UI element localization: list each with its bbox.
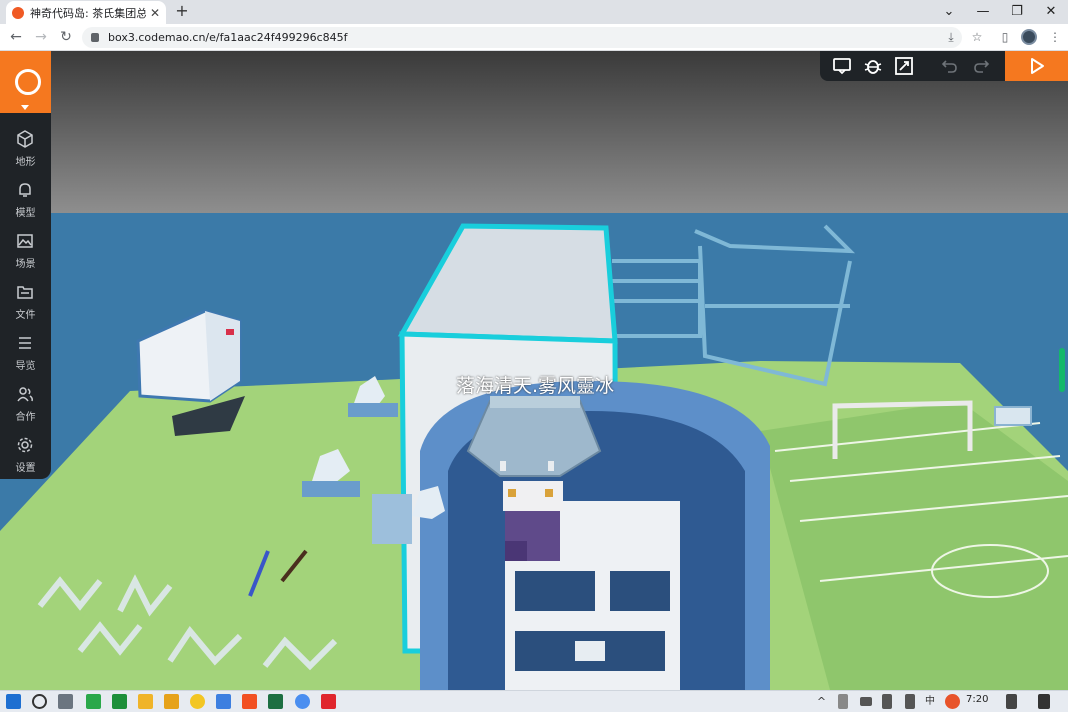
bug-icon[interactable]: [863, 56, 883, 76]
folder-icon: [17, 286, 33, 299]
sidebar-item-model[interactable]: 模型: [0, 177, 51, 225]
browser-tab[interactable]: 神奇代码岛: 茶氏集团总部 ✕: [6, 1, 166, 24]
window-controls: ⌄ — ❐ ✕: [932, 0, 1068, 24]
red-app-icon[interactable]: [321, 694, 336, 709]
start-menu-icon[interactable]: [6, 694, 21, 709]
people-icon: [17, 387, 33, 402]
restore-button[interactable]: ❐: [1000, 0, 1034, 24]
tab-search-icon[interactable]: ⌄: [932, 0, 966, 24]
sidebar-item-label: 文件: [15, 310, 36, 321]
sidebar-item-label: 地形: [15, 157, 36, 168]
play-button[interactable]: [1005, 51, 1068, 81]
sidebar-item-label: 设置: [15, 463, 36, 474]
player-character: [503, 481, 563, 561]
editor-toolbar: [820, 51, 1068, 81]
security-icon[interactable]: [112, 694, 127, 709]
sidebar-item-collab[interactable]: 合作: [0, 381, 51, 429]
sidebar-item-scene[interactable]: 场景: [0, 228, 51, 276]
forward-arrow-icon[interactable]: →: [31, 28, 51, 48]
minimize-button[interactable]: —: [966, 0, 1000, 24]
volume-icon[interactable]: [882, 694, 892, 709]
bell-icon: [19, 183, 31, 197]
address-bar[interactable]: box3.codemao.cn/e/fa1aac24f499296c845f: [82, 27, 962, 48]
menu-dots-icon[interactable]: ⋮: [1046, 28, 1064, 46]
play-icon: [1031, 58, 1044, 74]
profile-avatar[interactable]: [1021, 29, 1037, 45]
side-panel-icon[interactable]: ▯: [996, 28, 1014, 46]
store-icon[interactable]: [242, 694, 257, 709]
back-arrow-icon[interactable]: ←: [6, 28, 26, 48]
app-icon[interactable]: [216, 694, 231, 709]
redo-icon[interactable]: [971, 56, 991, 76]
bookmark-star-icon[interactable]: ☆: [968, 28, 986, 46]
os-taskbar: ^ 中 7:20: [0, 690, 1068, 712]
blue-cylinder-building: [420, 381, 770, 690]
browser-tab-strip: 神奇代码岛: 茶氏集团总部 ✕ + ⌄ — ❐ ✕: [0, 0, 1068, 24]
tab-title: 神奇代码岛: 茶氏集团总部: [30, 6, 146, 20]
signal-bars-icon[interactable]: [1006, 694, 1017, 709]
notification-icon[interactable]: [1038, 694, 1050, 709]
list-icon: [19, 337, 31, 349]
close-window-button[interactable]: ✕: [1034, 0, 1068, 24]
undo-icon[interactable]: [940, 56, 960, 76]
tray-chevron-icon[interactable]: ^: [814, 694, 829, 709]
pen-icon[interactable]: [905, 694, 915, 709]
browser-toolbar: ← → ↻ box3.codemao.cn/e/fa1aac24f499296c…: [0, 24, 1068, 51]
file-explorer-icon[interactable]: [138, 694, 153, 709]
scroll-indicator[interactable]: [1059, 348, 1065, 392]
ime-indicator[interactable]: 中: [925, 694, 940, 709]
sidebar-item-terrain[interactable]: 地形: [0, 126, 51, 174]
excel-icon[interactable]: [268, 694, 283, 709]
logo-mark-icon: [15, 69, 41, 95]
editor-sidebar: 地形 模型 场景 文件 导览 合作 设置: [0, 51, 51, 479]
chrome-icon[interactable]: [190, 694, 205, 709]
install-icon[interactable]: ⤓: [942, 28, 960, 46]
sidebar-item-label: 场景: [15, 259, 36, 270]
chevron-down-icon: [21, 105, 29, 110]
battery-icon[interactable]: [860, 697, 872, 706]
edge-browser-icon[interactable]: [86, 694, 101, 709]
sidebar-item-guide[interactable]: 导览: [0, 330, 51, 378]
url-text: box3.codemao.cn/e/fa1aac24f499296c845f: [108, 31, 348, 44]
new-tab-button[interactable]: +: [172, 2, 192, 22]
sidebar-item-file[interactable]: 文件: [0, 279, 51, 327]
lock-icon: [91, 33, 99, 42]
wifi-icon[interactable]: [838, 694, 848, 709]
dome-roof: [466, 396, 602, 477]
tab-close-icon[interactable]: ✕: [150, 6, 160, 20]
cube-icon: [17, 130, 33, 148]
site-favicon-icon: [12, 6, 24, 19]
reload-icon[interactable]: ↻: [56, 28, 76, 48]
codemao-logo[interactable]: [0, 51, 51, 113]
system-clock[interactable]: 7:20: [966, 694, 988, 705]
sidebar-item-label: 合作: [15, 412, 36, 423]
chat-icon[interactable]: [832, 56, 852, 76]
search-icon[interactable]: [32, 694, 47, 709]
gear-icon: [17, 437, 33, 453]
resize-icon[interactable]: [894, 56, 914, 76]
task-view-icon[interactable]: [58, 694, 73, 709]
image-icon: [17, 234, 33, 248]
sidebar-item-label: 导览: [15, 361, 36, 372]
sidebar-item-label: 模型: [15, 208, 36, 219]
active-browser-icon[interactable]: [295, 694, 310, 709]
ime-app-icon[interactable]: [945, 694, 960, 709]
folder-icon[interactable]: [164, 694, 179, 709]
player-nametag: 落海清天.雾风靈冰: [455, 375, 615, 397]
sidebar-item-settings[interactable]: 设置: [0, 432, 51, 480]
